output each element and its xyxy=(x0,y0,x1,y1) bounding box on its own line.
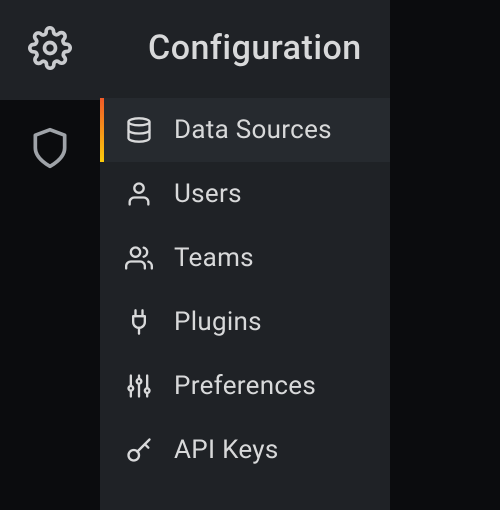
menu-item-label: Users xyxy=(174,179,242,209)
menu-item-label: Plugins xyxy=(174,307,262,337)
configuration-menu: Data Sources Users xyxy=(100,98,390,482)
menu-item-label: API Keys xyxy=(174,435,279,465)
configuration-panel: Configuration Data Sources xyxy=(100,0,390,510)
menu-item-preferences[interactable]: Preferences xyxy=(100,354,390,418)
nav-rail-security[interactable] xyxy=(0,100,100,200)
menu-item-api-keys[interactable]: API Keys xyxy=(100,418,390,482)
panel-title: Configuration xyxy=(100,0,390,98)
shield-icon xyxy=(28,126,72,174)
app-root: Configuration Data Sources xyxy=(0,0,500,510)
menu-item-plugins[interactable]: Plugins xyxy=(100,290,390,354)
database-icon xyxy=(124,115,154,145)
plug-icon xyxy=(124,307,154,337)
nav-rail xyxy=(0,0,100,510)
user-icon xyxy=(124,179,154,209)
key-icon xyxy=(124,435,154,465)
menu-item-label: Teams xyxy=(174,243,254,273)
users-icon xyxy=(124,243,154,273)
menu-item-users[interactable]: Users xyxy=(100,162,390,226)
menu-item-teams[interactable]: Teams xyxy=(100,226,390,290)
gear-icon xyxy=(28,26,72,74)
menu-item-label: Data Sources xyxy=(174,115,332,145)
menu-item-data-sources[interactable]: Data Sources xyxy=(100,98,390,162)
menu-item-label: Preferences xyxy=(174,371,316,401)
nav-rail-configuration[interactable] xyxy=(0,0,100,100)
sliders-icon xyxy=(124,371,154,401)
